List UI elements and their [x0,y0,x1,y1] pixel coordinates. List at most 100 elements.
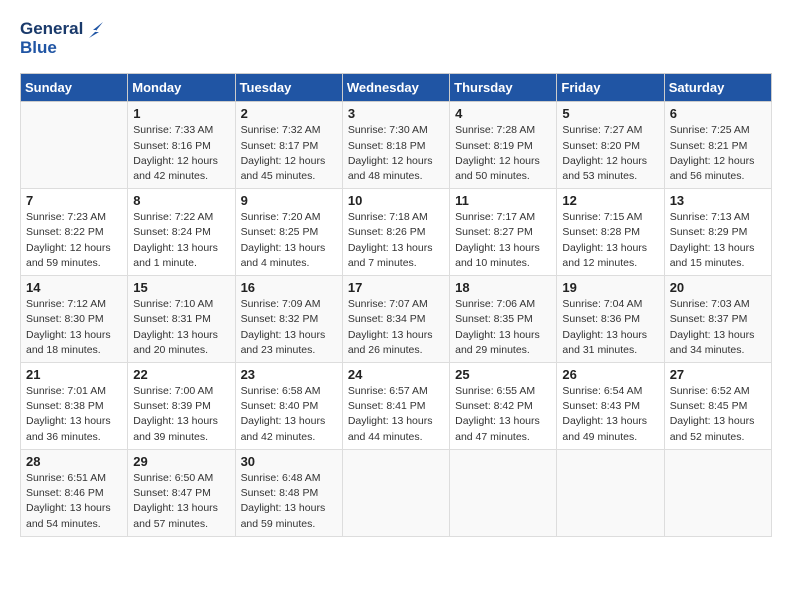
week-row-3: 14 Sunrise: 7:12 AM Sunset: 8:30 PM Dayli… [21,276,772,363]
calendar-cell: 19 Sunrise: 7:04 AM Sunset: 8:36 PM Dayli… [557,276,664,363]
day-info: Sunrise: 7:13 AM Sunset: 8:29 PM Dayligh… [670,210,766,271]
calendar-table: SundayMondayTuesdayWednesdayThursdayFrid… [20,73,772,536]
day-number: 29 [133,454,229,469]
calendar-cell: 16 Sunrise: 7:09 AM Sunset: 8:32 PM Dayli… [235,276,342,363]
calendar-cell: 17 Sunrise: 7:07 AM Sunset: 8:34 PM Dayli… [342,276,449,363]
day-number: 4 [455,106,551,121]
calendar-cell [664,449,771,536]
calendar-cell: 28 Sunrise: 6:51 AM Sunset: 8:46 PM Dayli… [21,449,128,536]
calendar-cell [450,449,557,536]
day-number: 30 [241,454,337,469]
calendar-cell: 7 Sunrise: 7:23 AM Sunset: 8:22 PM Daylig… [21,189,128,276]
day-number: 10 [348,193,444,208]
calendar-cell: 29 Sunrise: 6:50 AM Sunset: 8:47 PM Dayli… [128,449,235,536]
calendar-cell: 3 Sunrise: 7:30 AM Sunset: 8:18 PM Daylig… [342,102,449,189]
day-info: Sunrise: 7:23 AM Sunset: 8:22 PM Dayligh… [26,210,122,271]
day-info: Sunrise: 7:15 AM Sunset: 8:28 PM Dayligh… [562,210,658,271]
day-number: 19 [562,280,658,295]
day-number: 16 [241,280,337,295]
calendar-cell: 14 Sunrise: 7:12 AM Sunset: 8:30 PM Dayli… [21,276,128,363]
day-info: Sunrise: 6:54 AM Sunset: 8:43 PM Dayligh… [562,384,658,445]
day-info: Sunrise: 6:51 AM Sunset: 8:46 PM Dayligh… [26,471,122,532]
day-info: Sunrise: 7:18 AM Sunset: 8:26 PM Dayligh… [348,210,444,271]
calendar-cell: 9 Sunrise: 7:20 AM Sunset: 8:25 PM Daylig… [235,189,342,276]
calendar-cell: 12 Sunrise: 7:15 AM Sunset: 8:28 PM Dayli… [557,189,664,276]
col-header-tuesday: Tuesday [235,74,342,102]
calendar-cell: 24 Sunrise: 6:57 AM Sunset: 8:41 PM Dayli… [342,363,449,450]
calendar-cell: 18Sunrise: 7:06 AM Sunset: 8:35 PM Dayli… [450,276,557,363]
calendar-cell: 1 Sunrise: 7:33 AM Sunset: 8:16 PM Daylig… [128,102,235,189]
day-number: 28 [26,454,122,469]
calendar-cell: 23 Sunrise: 6:58 AM Sunset: 8:40 PM Dayli… [235,363,342,450]
day-number: 2 [241,106,337,121]
week-row-2: 7 Sunrise: 7:23 AM Sunset: 8:22 PM Daylig… [21,189,772,276]
header-row: SundayMondayTuesdayWednesdayThursdayFrid… [21,74,772,102]
day-number: 13 [670,193,766,208]
day-info: Sunrise: 6:48 AM Sunset: 8:48 PM Dayligh… [241,471,337,532]
day-info: Sunrise: 6:58 AM Sunset: 8:40 PM Dayligh… [241,384,337,445]
calendar-cell: 21 Sunrise: 7:01 AM Sunset: 8:38 PM Dayli… [21,363,128,450]
col-header-monday: Monday [128,74,235,102]
week-row-1: 1 Sunrise: 7:33 AM Sunset: 8:16 PM Daylig… [21,102,772,189]
day-info: Sunrise: 7:06 AM Sunset: 8:35 PM Dayligh… [455,297,551,358]
calendar-cell [21,102,128,189]
calendar-cell: 4 Sunrise: 7:28 AM Sunset: 8:19 PM Daylig… [450,102,557,189]
day-info: Sunrise: 7:22 AM Sunset: 8:24 PM Dayligh… [133,210,229,271]
calendar-cell: 8 Sunrise: 7:22 AM Sunset: 8:24 PM Daylig… [128,189,235,276]
day-number: 20 [670,280,766,295]
day-info: Sunrise: 6:57 AM Sunset: 8:41 PM Dayligh… [348,384,444,445]
col-header-wednesday: Wednesday [342,74,449,102]
calendar-cell: 27 Sunrise: 6:52 AM Sunset: 8:45 PM Dayli… [664,363,771,450]
day-info: Sunrise: 7:30 AM Sunset: 8:18 PM Dayligh… [348,123,444,184]
calendar-cell [557,449,664,536]
day-number: 11 [455,193,551,208]
day-info: Sunrise: 7:12 AM Sunset: 8:30 PM Dayligh… [26,297,122,358]
calendar-cell: 2Sunrise: 7:32 AM Sunset: 8:17 PM Daylig… [235,102,342,189]
logo-blue-text: Blue [20,39,103,58]
calendar-cell: 10 Sunrise: 7:18 AM Sunset: 8:26 PM Dayli… [342,189,449,276]
day-info: Sunrise: 6:52 AM Sunset: 8:45 PM Dayligh… [670,384,766,445]
day-info: Sunrise: 7:10 AM Sunset: 8:31 PM Dayligh… [133,297,229,358]
col-header-sunday: Sunday [21,74,128,102]
calendar-cell [342,449,449,536]
day-number: 15 [133,280,229,295]
day-info: Sunrise: 7:01 AM Sunset: 8:38 PM Dayligh… [26,384,122,445]
day-number: 9 [241,193,337,208]
logo-general-text: General [20,20,83,39]
logo: General Blue [20,20,103,57]
day-info: Sunrise: 7:17 AM Sunset: 8:27 PM Dayligh… [455,210,551,271]
calendar-cell: 5Sunrise: 7:27 AM Sunset: 8:20 PM Daylig… [557,102,664,189]
day-number: 17 [348,280,444,295]
day-info: Sunrise: 7:25 AM Sunset: 8:21 PM Dayligh… [670,123,766,184]
calendar-cell: 20Sunrise: 7:03 AM Sunset: 8:37 PM Dayli… [664,276,771,363]
day-info: Sunrise: 7:09 AM Sunset: 8:32 PM Dayligh… [241,297,337,358]
calendar-cell: 11 Sunrise: 7:17 AM Sunset: 8:27 PM Dayli… [450,189,557,276]
day-info: Sunrise: 7:20 AM Sunset: 8:25 PM Dayligh… [241,210,337,271]
day-number: 24 [348,367,444,382]
week-row-4: 21 Sunrise: 7:01 AM Sunset: 8:38 PM Dayli… [21,363,772,450]
day-number: 27 [670,367,766,382]
day-number: 12 [562,193,658,208]
header: General Blue [20,20,772,57]
col-header-friday: Friday [557,74,664,102]
day-number: 8 [133,193,229,208]
day-number: 3 [348,106,444,121]
day-info: Sunrise: 6:50 AM Sunset: 8:47 PM Dayligh… [133,471,229,532]
day-number: 23 [241,367,337,382]
day-info: Sunrise: 7:04 AM Sunset: 8:36 PM Dayligh… [562,297,658,358]
day-number: 6 [670,106,766,121]
day-info: Sunrise: 7:07 AM Sunset: 8:34 PM Dayligh… [348,297,444,358]
day-number: 22 [133,367,229,382]
day-number: 25 [455,367,551,382]
day-info: Sunrise: 7:28 AM Sunset: 8:19 PM Dayligh… [455,123,551,184]
calendar-cell: 6 Sunrise: 7:25 AM Sunset: 8:21 PM Daylig… [664,102,771,189]
day-info: Sunrise: 7:33 AM Sunset: 8:16 PM Dayligh… [133,123,229,184]
day-info: Sunrise: 7:00 AM Sunset: 8:39 PM Dayligh… [133,384,229,445]
day-number: 1 [133,106,229,121]
day-number: 21 [26,367,122,382]
day-number: 14 [26,280,122,295]
logo-bird-icon [85,20,103,38]
col-header-thursday: Thursday [450,74,557,102]
calendar-cell: 26Sunrise: 6:54 AM Sunset: 8:43 PM Dayli… [557,363,664,450]
day-number: 7 [26,193,122,208]
